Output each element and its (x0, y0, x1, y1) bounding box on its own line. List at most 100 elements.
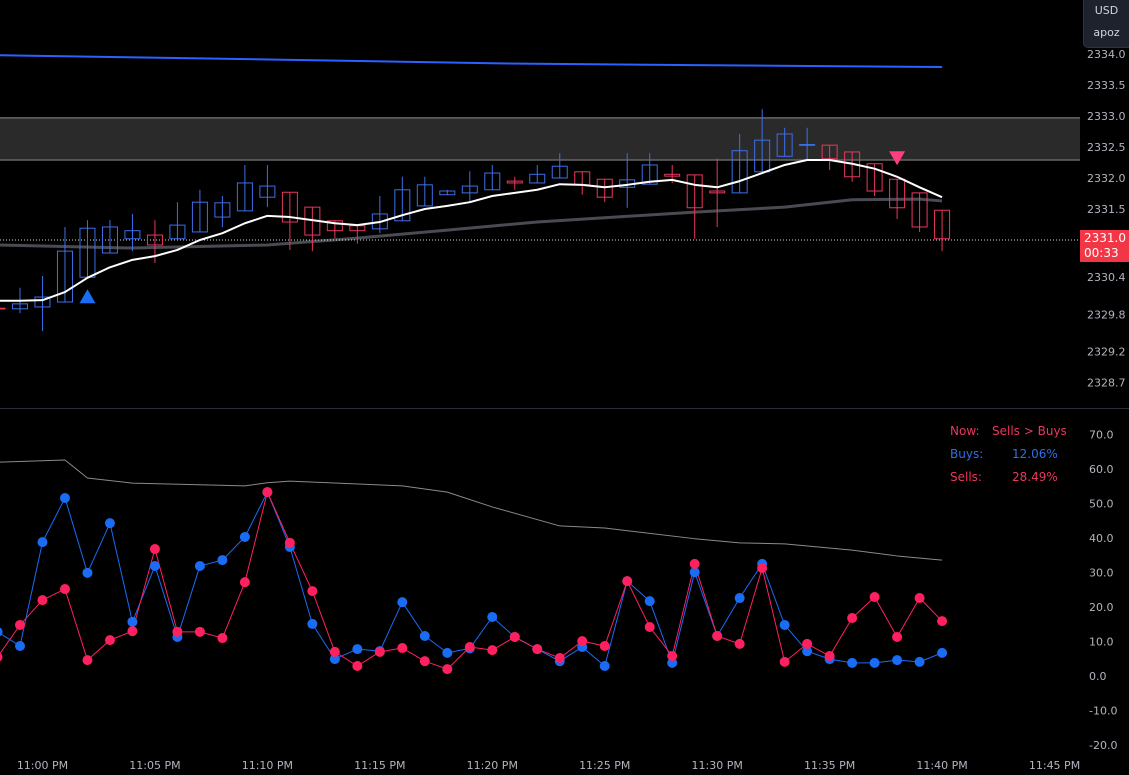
sells-point (82, 655, 93, 666)
legend-sells-label: Sells: (950, 470, 982, 484)
buys-line (0, 491, 943, 667)
indicator-axis-tick: -10.0 (1089, 705, 1117, 718)
currency-label: USD (1094, 4, 1119, 17)
sells-point (644, 622, 655, 633)
indicator-legend: Now: Sells > Buys Buys: 12.06% Sells: 28.49… (950, 420, 1067, 489)
buys-point (734, 593, 745, 604)
sells-point (464, 642, 475, 653)
buys-point (892, 655, 903, 666)
buys-point (14, 640, 25, 651)
sells-point (329, 646, 340, 657)
sells-point (194, 626, 205, 637)
chart-canvas[interactable]: 2334.0 2333.5 2333.0 2332.5 2332.0 2331.5 2331… (0, 0, 1129, 775)
sells-point (734, 638, 745, 649)
sells-point (689, 558, 700, 569)
sells-point (509, 632, 520, 643)
legend-sells-value: 28.49% (1012, 470, 1058, 484)
buys-point (37, 537, 48, 548)
time-axis-tick: 11:05 PM (129, 759, 180, 772)
sells-point (847, 613, 858, 624)
sells-point (284, 537, 295, 548)
buys-point (487, 612, 498, 623)
sells-point (487, 645, 498, 656)
sells-point (37, 595, 48, 606)
indicator-axis-tick: 50.0 (1089, 498, 1114, 511)
indicator-axis-tick: 0.0 (1089, 670, 1107, 683)
unit-label: apoz (1093, 26, 1120, 39)
sells-point (532, 644, 543, 655)
buys-point (352, 644, 363, 655)
price-axis-tick: 2331.5 (1087, 203, 1126, 216)
legend-now-value: Sells > Buys (992, 424, 1067, 438)
sells-point (127, 626, 138, 637)
last-price-value: 2331.0 (1084, 231, 1126, 245)
time-axis-tick: 11:40 PM (916, 759, 967, 772)
sells-point (14, 619, 25, 630)
sells-point (824, 650, 835, 661)
sells-point (869, 591, 880, 602)
average-line (0, 459, 943, 561)
price-axis-tick: 2330.4 (1087, 271, 1126, 284)
buys-point (869, 657, 880, 668)
time-axis-tick: 11:10 PM (242, 759, 293, 772)
indicator-axis-tick: -20.0 (1089, 739, 1117, 752)
sells-point (172, 626, 183, 637)
buy-signal-icon (79, 289, 96, 304)
sells-point (419, 656, 430, 667)
sells-point (779, 656, 790, 667)
sells-point (937, 616, 948, 627)
buys-point (914, 656, 925, 667)
time-axis-tick: 11:35 PM (804, 759, 855, 772)
legend-now: Now: Sells > Buys (950, 420, 1067, 443)
candle-body (799, 144, 816, 146)
sells-point (217, 633, 228, 644)
buys-point (104, 518, 115, 529)
time-axis-tick: 11:25 PM (579, 759, 630, 772)
time-axis-tick: 11:15 PM (354, 759, 405, 772)
buys-point (149, 560, 160, 571)
buys-point (644, 596, 655, 607)
buys-point (0, 627, 3, 637)
sells-point (599, 640, 610, 651)
sells-point (802, 638, 813, 649)
sells-point (442, 664, 453, 675)
sells-point (397, 643, 408, 654)
buys-point (779, 619, 790, 630)
legend-buys-value: 12.06% (1012, 447, 1058, 461)
currency-unit-selector[interactable]: USD apoz (1083, 0, 1129, 48)
legend-sells: Sells: 28.49% (950, 466, 1067, 489)
legend-buys: Buys: 12.06% (950, 443, 1067, 466)
indicator-axis-tick: 40.0 (1089, 532, 1114, 545)
sells-point (554, 653, 565, 664)
buys-point (847, 657, 858, 668)
buys-point (82, 567, 93, 578)
sells-point (149, 544, 160, 555)
sells-point (104, 635, 115, 646)
sells-point (239, 577, 250, 588)
fast-ema-line (0, 159, 943, 302)
buys-point (217, 555, 228, 566)
price-zone (0, 117, 1080, 161)
buys-point (419, 630, 430, 641)
sells-point (622, 576, 633, 587)
bar-countdown: 00:33 (1084, 246, 1119, 260)
sells-point (712, 630, 723, 641)
price-axis-tick: 2334.0 (1087, 48, 1126, 61)
slow-ema-line (0, 197, 943, 250)
legend-now-label: Now: (950, 424, 980, 438)
upper-band-line (0, 54, 943, 69)
buys-point (442, 647, 453, 658)
buys-point (937, 647, 948, 658)
indicator-axis-tick: 60.0 (1089, 463, 1114, 476)
price-axis-tick: 2333.5 (1087, 79, 1126, 92)
time-axis-tick: 11:20 PM (467, 759, 518, 772)
sells-point (892, 632, 903, 643)
indicator-axis-tick: 10.0 (1089, 636, 1114, 649)
sells-point (374, 646, 385, 657)
sells-point (59, 584, 70, 595)
sells-point (352, 660, 363, 671)
indicator-axis-tick: 30.0 (1089, 567, 1114, 580)
indicator-axis-tick: 20.0 (1089, 601, 1114, 614)
sells-point (262, 487, 273, 498)
buys-point (397, 597, 408, 608)
